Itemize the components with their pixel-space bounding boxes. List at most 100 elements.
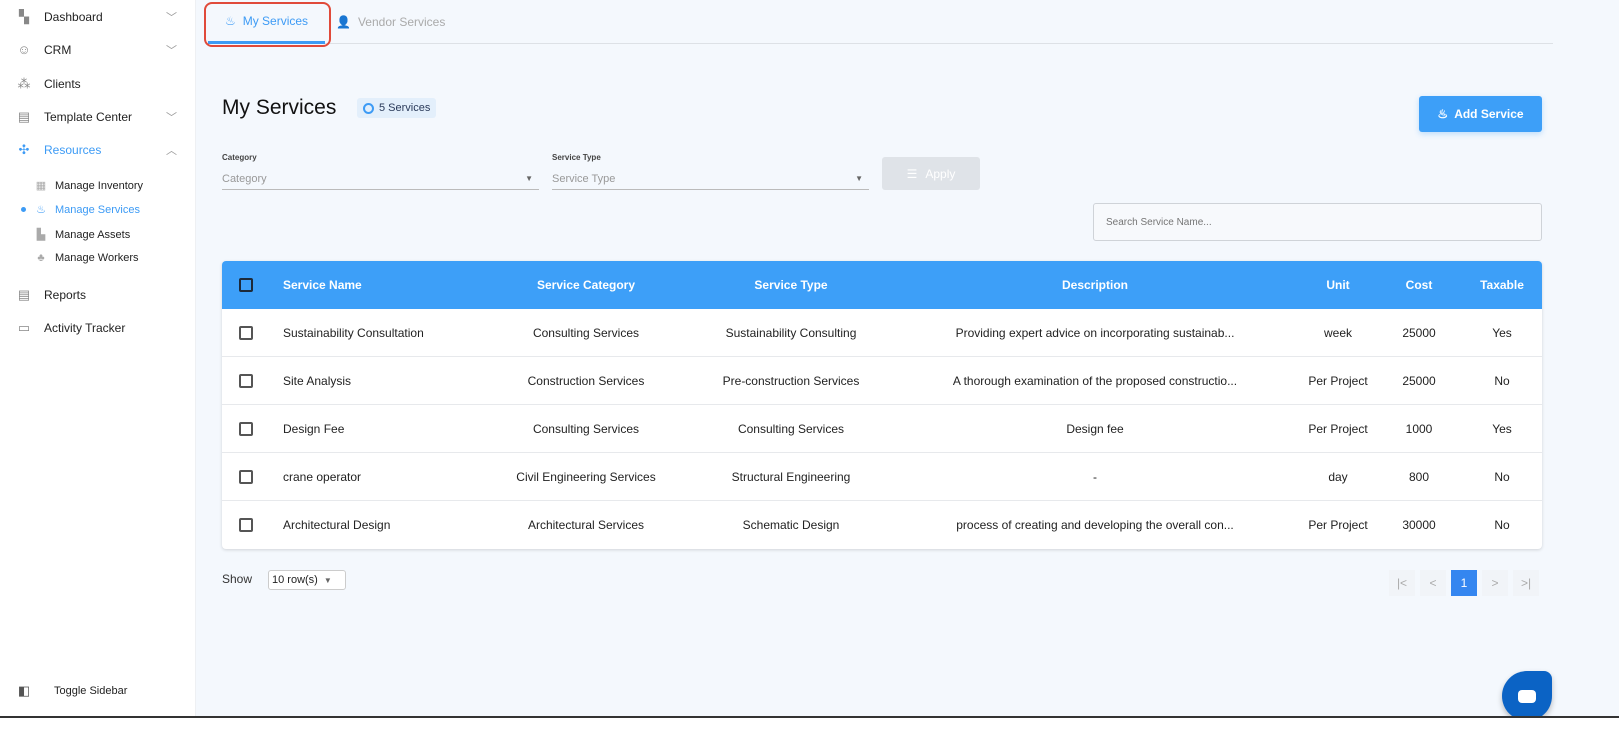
last-page-button[interactable]: >| — [1513, 570, 1539, 596]
category-label: Category — [222, 153, 257, 162]
apply-button[interactable]: ☰ Apply — [882, 157, 980, 190]
cell-description: - — [1093, 469, 1097, 484]
taskbar-edge — [0, 716, 1619, 740]
sidebar-item-label: Manage Assets — [55, 228, 131, 241]
sidebar-item-label: CRM — [44, 43, 72, 57]
sidebar-item-clients[interactable]: ⁂ Clients — [16, 76, 181, 92]
dashboard-icon: ▚ — [19, 9, 29, 24]
sidebar-item-crm[interactable]: ☺ CRM ﹀ — [16, 42, 181, 58]
header-description[interactable]: Description — [890, 278, 1300, 292]
chevron-down-icon: ﹀ — [166, 45, 177, 57]
apply-label: Apply — [925, 166, 956, 181]
tab-vendor-services[interactable]: 👤 Vendor Services — [336, 0, 445, 44]
sidebar-layout-icon: ◧ — [17, 683, 31, 698]
rows-per-page-select[interactable]: 10 row(s) ▼ — [268, 570, 346, 590]
cell-service-type: Pre-construction Services — [722, 373, 860, 388]
inventory-icon: ▦ — [35, 180, 47, 192]
cell-unit: Per Project — [1308, 421, 1368, 436]
table-row[interactable]: Sustainability Consultation Consulting Se… — [222, 309, 1542, 357]
header-service-type[interactable]: Service Type — [692, 278, 890, 292]
page-title: My Services — [222, 96, 337, 119]
toggle-sidebar-button[interactable]: ◧ Toggle Sidebar — [16, 683, 181, 699]
row-checkbox[interactable] — [239, 518, 253, 532]
cell-service-category: Architectural Services — [527, 518, 645, 532]
row-checkbox[interactable] — [239, 373, 253, 388]
chat-icon — [1518, 689, 1536, 703]
sidebar-item-label: Manage Inventory — [55, 179, 144, 192]
cell-service-type: Consulting Services — [737, 421, 845, 436]
cell-unit: Per Project — [1308, 373, 1368, 388]
select-all-checkbox[interactable] — [239, 278, 253, 292]
cell-cost: 1000 — [1405, 421, 1433, 436]
next-page-button[interactable]: > — [1482, 570, 1508, 596]
cell-description: Design fee — [1066, 421, 1124, 436]
cell-unit: Per Project — [1308, 518, 1368, 532]
active-dot — [21, 207, 26, 212]
row-checkbox[interactable] — [239, 421, 253, 436]
table-row[interactable]: crane operator Civil Engineering Services… — [222, 453, 1542, 501]
table-row[interactable]: Site Analysis Construction Services Pre-co… — [222, 357, 1542, 405]
category-select[interactable]: Category ▼ — [222, 168, 539, 190]
cell-service-type: Schematic Design — [742, 518, 840, 532]
chevron-down-icon: ﹀ — [166, 112, 177, 124]
header-service-category[interactable]: Service Category — [480, 278, 692, 292]
cell-description: process of creating and developing the o… — [956, 518, 1234, 532]
ring-icon — [363, 102, 374, 114]
sidebar-item-manage-assets[interactable]: ▙ Manage Assets — [34, 228, 131, 242]
cell-taxable: No — [1494, 373, 1510, 388]
dropdown-arrow-icon: ▼ — [855, 174, 863, 183]
sidebar-item-reports[interactable]: ▤ Reports — [16, 287, 181, 303]
dropdown-arrow-icon: ▼ — [525, 174, 533, 183]
service-type-placeholder: Service Type — [552, 172, 616, 185]
service-type-select[interactable]: Service Type ▼ — [552, 168, 869, 190]
cell-service-name: Architectural Design — [283, 518, 391, 532]
sidebar-item-activity-tracker[interactable]: ▭ Activity Tracker — [16, 320, 181, 336]
cell-service-category: Consulting Services — [532, 421, 640, 436]
cell-cost: 800 — [1408, 469, 1430, 484]
header-cost[interactable]: Cost — [1376, 278, 1462, 292]
badge-label: 5 Services — [379, 102, 431, 114]
sidebar-item-manage-services[interactable]: ♨ Manage Services — [21, 203, 140, 216]
header-taxable[interactable]: Taxable — [1462, 278, 1542, 292]
show-label: Show — [222, 572, 253, 586]
cell-service-category: Construction Services — [527, 373, 645, 388]
services-count-badge: 5 Services — [357, 98, 437, 118]
cell-description: A thorough examination of the proposed c… — [952, 373, 1238, 388]
sidebar-item-label: Reports — [44, 288, 87, 302]
table-row[interactable]: Architectural Design Architectural Servic… — [222, 501, 1542, 549]
sidebar-item-label: Manage Workers — [55, 252, 139, 264]
chat-button[interactable] — [1502, 671, 1552, 721]
sidebar-item-label: Activity Tracker — [44, 321, 126, 335]
prev-page-button[interactable]: < — [1420, 570, 1446, 596]
sidebar-item-dashboard[interactable]: ▚ Dashboard ﹀ — [16, 9, 181, 25]
table-row[interactable]: Design Fee Consulting Services Consulting … — [222, 405, 1542, 453]
header-unit[interactable]: Unit — [1300, 278, 1376, 292]
cell-cost: 25000 — [1402, 373, 1436, 388]
cell-cost: 30000 — [1402, 518, 1436, 532]
first-page-button[interactable]: |< — [1389, 570, 1415, 596]
filter-sliders-icon: ☰ — [906, 166, 918, 181]
service-type-label: Service Type — [552, 153, 601, 162]
crm-icon: ☺ — [17, 42, 31, 57]
tab-bar: ♨ My Services 👤 Vendor Services — [208, 0, 1553, 44]
sidebar-item-template-center[interactable]: ▤ Template Center ﹀ — [16, 109, 181, 125]
sidebar-item-manage-inventory[interactable]: ▦ Manage Inventory — [34, 179, 144, 193]
page-1-button[interactable]: 1 — [1451, 570, 1477, 596]
row-checkbox[interactable] — [239, 469, 253, 484]
services-icon: ♨ — [36, 204, 46, 216]
search-input[interactable] — [1093, 203, 1542, 241]
dropdown-arrow-icon: ▼ — [323, 575, 332, 585]
sidebar-item-manage-workers[interactable]: ♣ Manage Workers — [34, 252, 139, 264]
add-service-button[interactable]: ♨ Add Service — [1419, 96, 1542, 132]
row-checkbox[interactable] — [239, 325, 253, 340]
cell-unit: week — [1323, 325, 1352, 340]
add-service-label: Add Service — [1454, 107, 1524, 121]
cell-service-category: Consulting Services — [532, 325, 640, 340]
chevron-down-icon: ﹀ — [166, 12, 177, 24]
cell-service-type: Sustainability Consulting — [725, 325, 857, 340]
services-table: Service Name Service Category Service Ty… — [222, 261, 1542, 549]
sidebar-item-label: Dashboard — [44, 10, 103, 24]
table-header: Service Name Service Category Service Ty… — [222, 261, 1542, 309]
sidebar-item-resources[interactable]: ✣ Resources ︿ — [16, 142, 181, 158]
header-service-name[interactable]: Service Name — [270, 278, 480, 292]
